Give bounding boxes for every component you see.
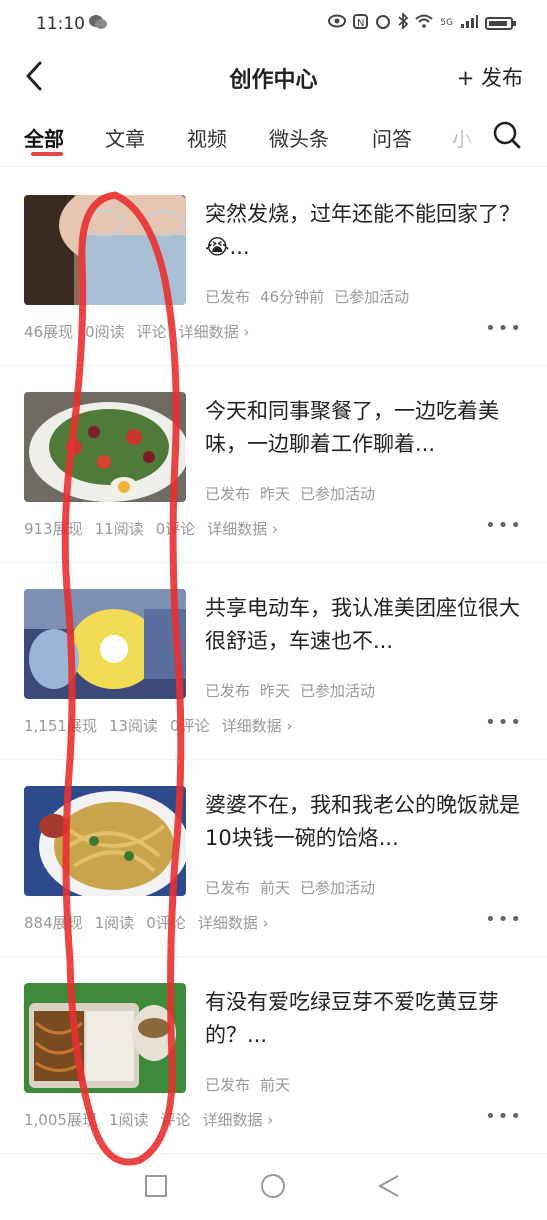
post-comments: 0评论 <box>155 520 196 538</box>
post-thumbnail[interactable] <box>24 392 186 502</box>
detail-data-link[interactable]: 详细数据 › <box>222 717 293 735</box>
post-activity: 已参加活动 <box>300 879 376 897</box>
post-activity: 已参加活动 <box>300 485 376 503</box>
post-title[interactable]: 有没有爱吃绿豆芽不爱吃黄豆芽的？... <box>205 986 523 1052</box>
post-status: 已发布 <box>205 879 251 897</box>
post-status: 已发布 <box>205 682 251 700</box>
post-comments: 0评论 <box>170 717 210 735</box>
post-comments: 评论 <box>160 1111 191 1129</box>
more-icon[interactable]: ••• <box>485 909 523 930</box>
status-bar: 11:10 N 5G <box>0 0 547 46</box>
post-time: 46分钟前 <box>260 288 325 306</box>
more-icon[interactable]: ••• <box>485 1106 523 1127</box>
post-thumbnail[interactable] <box>24 589 186 699</box>
post-title[interactable]: 突然发烧，过年还能不能回家了？😭... <box>205 198 523 264</box>
post-title[interactable]: 共享电动车，我认准美团座位很大很舒适，车速也不... <box>205 592 523 658</box>
top-nav: 创作中心 + 发布 <box>0 46 547 106</box>
post-time: 昨天 <box>260 682 291 700</box>
post-comments: 0评论 <box>146 914 186 932</box>
post-impressions: 913展现 <box>24 520 83 538</box>
more-icon[interactable]: ••• <box>485 515 523 536</box>
post-meta: 已发布 昨天 已参加活动 <box>205 680 385 701</box>
post-reads: 1阅读 <box>94 914 135 932</box>
status-time: 11:10 <box>36 14 85 34</box>
tab-fade <box>440 106 490 164</box>
post-comments: 评论 <box>136 323 167 341</box>
post-time: 前天 <box>260 879 291 897</box>
list-item[interactable]: 有没有爱吃绿豆芽不爱吃黄豆芽的？... 已发布 前天 1,005展现 1阅读 评论 详细… <box>0 956 547 1154</box>
active-tab-indicator <box>31 152 63 156</box>
eye-icon <box>328 14 347 32</box>
post-reads: 0阅读 <box>85 323 125 341</box>
post-meta: 已发布 前天 已参加活动 <box>205 877 385 898</box>
search-icon[interactable] <box>491 119 523 151</box>
back-nav-button <box>377 1175 399 1197</box>
list-item[interactable]: 婆婆不在，我和我老公的晚饭就是10块钱一碗的饸烙... 已发布 前天 已参加活动 8… <box>0 759 547 957</box>
post-activity: 已参加活动 <box>300 682 376 700</box>
post-status: 已发布 <box>205 485 251 503</box>
tab-all[interactable]: 全部 <box>24 123 64 152</box>
detail-data-link[interactable]: 详细数据 › <box>203 1111 274 1129</box>
post-status: 已发布 <box>205 1076 251 1094</box>
network-label: 5G <box>440 18 453 28</box>
post-impressions: 1,005展现 <box>24 1111 97 1129</box>
post-impressions: 884展现 <box>24 914 83 932</box>
more-icon[interactable]: ••• <box>485 712 523 733</box>
post-stats: 913展现 11阅读 0评论 详细数据 › <box>24 518 290 539</box>
battery-icon <box>485 16 516 30</box>
post-meta: 已发布 46分钟前 已参加活动 <box>205 286 419 307</box>
tab-bar: 全部 文章 视频 微头条 问答 小 <box>0 106 547 167</box>
home-button <box>261 1174 285 1198</box>
post-reads: 11阅读 <box>94 520 144 538</box>
post-title[interactable]: 婆婆不在，我和我老公的晚饭就是10块钱一碗的饸烙... <box>205 789 523 855</box>
post-time: 昨天 <box>260 485 291 503</box>
detail-data-link[interactable]: 详细数据 › <box>207 520 278 538</box>
post-title[interactable]: 今天和同事聚餐了，一边吃着美味，一边聊着工作聊着... <box>205 395 523 461</box>
tab-videos[interactable]: 视频 <box>187 123 227 152</box>
post-impressions: 1,151展现 <box>24 717 97 735</box>
post-thumbnail[interactable] <box>24 786 186 896</box>
nfc-icon: N <box>353 13 369 33</box>
tab-qa[interactable]: 问答 <box>372 123 412 152</box>
detail-data-link[interactable]: 详细数据 › <box>198 914 269 932</box>
more-icon[interactable]: ••• <box>485 318 523 339</box>
tab-articles[interactable]: 文章 <box>105 123 145 152</box>
tab-micro-headlines[interactable]: 微头条 <box>269 123 329 152</box>
status-icons: N 5G <box>328 11 516 33</box>
recents-button <box>145 1175 167 1197</box>
post-meta: 已发布 前天 <box>205 1074 300 1095</box>
wifi-icon <box>415 14 433 32</box>
signal-icon <box>460 14 478 32</box>
post-stats: 46展现 0阅读 评论 详细数据 › <box>24 321 261 342</box>
detail-data-link[interactable]: 详细数据 › <box>179 323 250 341</box>
list-item[interactable]: 今天和同事聚餐了，一边吃着美味，一边聊着工作聊着... 已发布 昨天 已参加活动 9… <box>0 365 547 563</box>
post-impressions: 46展现 <box>24 323 74 341</box>
post-thumbnail[interactable] <box>24 983 186 1093</box>
post-thumbnail[interactable] <box>24 195 186 305</box>
post-time: 前天 <box>260 1076 291 1094</box>
wechat-icon <box>88 13 108 35</box>
post-activity: 已参加活动 <box>334 288 410 306</box>
post-status: 已发布 <box>205 288 251 306</box>
bluetooth-icon <box>398 11 409 33</box>
svg-text:N: N <box>357 18 364 29</box>
post-reads: 13阅读 <box>108 717 159 735</box>
post-stats: 1,151展现 13阅读 0评论 详细数据 › <box>24 715 304 736</box>
alarm-icon <box>375 13 391 33</box>
list-item[interactable]: 共享电动车，我认准美团座位很大很舒适，车速也不... 已发布 昨天 已参加活动 1,… <box>0 562 547 760</box>
post-stats: 1,005展现 1阅读 评论 详细数据 › <box>24 1109 285 1130</box>
post-meta: 已发布 昨天 已参加活动 <box>205 483 385 504</box>
post-reads: 1阅读 <box>108 1111 149 1129</box>
system-nav-bar <box>0 1160 547 1216</box>
list-item[interactable]: 突然发烧，过年还能不能回家了？😭... 已发布 46分钟前 已参加活动 46展现 0阅… <box>0 168 547 366</box>
post-stats: 884展现 1阅读 0评论 详细数据 › <box>24 912 281 933</box>
publish-button[interactable]: + 发布 <box>457 62 523 92</box>
